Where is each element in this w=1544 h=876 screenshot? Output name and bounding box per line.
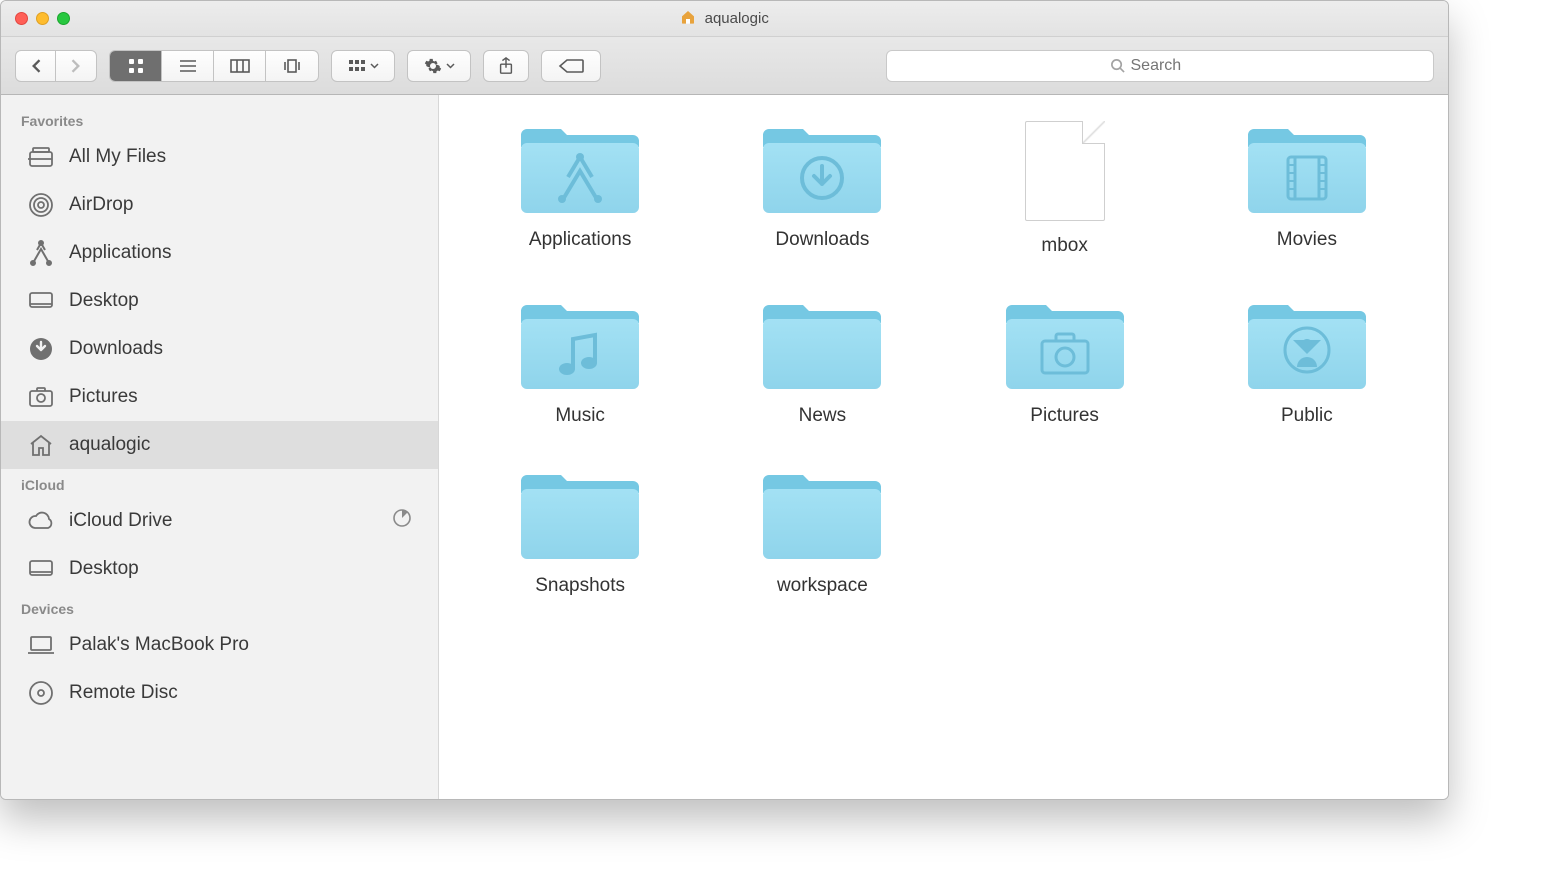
- arrange-button[interactable]: [331, 50, 395, 82]
- sidebar-item-label: All My Files: [69, 146, 166, 168]
- sidebar-section-title: Favorites: [1, 105, 438, 133]
- sidebar-item-icloud-drive[interactable]: iCloud Drive: [1, 497, 438, 545]
- sidebar-item-palak-s-macbook-pro[interactable]: Palak's MacBook Pro: [1, 621, 438, 669]
- list-view-button[interactable]: [162, 51, 214, 81]
- sidebar-item-label: aqualogic: [69, 434, 150, 456]
- zoom-button[interactable]: [57, 12, 70, 25]
- desktop-icon: [27, 555, 55, 583]
- file-icon: [1025, 121, 1105, 221]
- sidebar-item-label: Applications: [69, 242, 171, 264]
- search-field[interactable]: [886, 50, 1434, 82]
- sidebar-item-desktop[interactable]: Desktop: [1, 277, 438, 325]
- downloads-icon: [27, 335, 55, 363]
- item-label: Movies: [1277, 229, 1337, 251]
- sidebar-item-desktop[interactable]: Desktop: [1, 545, 438, 593]
- folder-icon: [763, 297, 881, 391]
- sidebar-item-airdrop[interactable]: AirDrop: [1, 181, 438, 229]
- titlebar: aqualogic: [1, 1, 1448, 37]
- item-downloads[interactable]: Downloads: [722, 121, 922, 257]
- finder-window: aqualogic FavoritesAll My F: [0, 0, 1449, 800]
- tags-button[interactable]: [541, 50, 601, 82]
- item-news[interactable]: News: [722, 297, 922, 427]
- chevron-down-icon: [370, 63, 379, 69]
- coverflow-view-button[interactable]: [266, 51, 318, 81]
- chevron-down-icon: [446, 63, 455, 69]
- sidebar-item-label: Downloads: [69, 338, 163, 360]
- cloud-icon: [27, 507, 55, 535]
- item-snapshots[interactable]: Snapshots: [480, 467, 680, 597]
- item-pictures[interactable]: Pictures: [965, 297, 1165, 427]
- item-label: workspace: [777, 575, 868, 597]
- search-input[interactable]: [1131, 57, 1211, 75]
- sidebar-item-all-my-files[interactable]: All My Files: [1, 133, 438, 181]
- laptop-icon: [27, 631, 55, 659]
- item-label: Downloads: [775, 229, 869, 251]
- sidebar-section-title: iCloud: [1, 469, 438, 497]
- icon-view-button[interactable]: [110, 51, 162, 81]
- content-area[interactable]: Applications Downloads mbox Movies Music News…: [439, 95, 1448, 799]
- item-applications[interactable]: Applications: [480, 121, 680, 257]
- desktop-icon: [27, 287, 55, 315]
- item-label: Pictures: [1030, 405, 1099, 427]
- window-controls: [1, 12, 70, 25]
- folder-icon: [763, 121, 881, 215]
- close-button[interactable]: [15, 12, 28, 25]
- sidebar-item-label: iCloud Drive: [69, 510, 172, 532]
- pictures-icon: [27, 383, 55, 411]
- item-label: mbox: [1041, 235, 1087, 257]
- sidebar-item-applications[interactable]: Applications: [1, 229, 438, 277]
- sidebar-item-label: Remote Disc: [69, 682, 178, 704]
- sidebar-item-label: Desktop: [69, 290, 139, 312]
- item-label: Public: [1281, 405, 1333, 427]
- item-public[interactable]: Public: [1207, 297, 1407, 427]
- folder-icon: [1248, 297, 1366, 391]
- sidebar-section-title: Devices: [1, 593, 438, 621]
- share-button[interactable]: [483, 50, 529, 82]
- folder-icon: [521, 297, 639, 391]
- sidebar-item-pictures[interactable]: Pictures: [1, 373, 438, 421]
- disc-icon: [27, 679, 55, 707]
- folder-icon: [521, 467, 639, 561]
- tag-icon: [558, 58, 584, 74]
- all-my-files-icon: [27, 143, 55, 171]
- gear-icon: [424, 57, 442, 75]
- minimize-button[interactable]: [36, 12, 49, 25]
- window-title: aqualogic: [1, 9, 1448, 28]
- item-label: Snapshots: [535, 575, 625, 597]
- item-label: News: [799, 405, 847, 427]
- home-icon: [680, 9, 696, 25]
- sidebar-item-label: Palak's MacBook Pro: [69, 634, 249, 656]
- share-icon: [498, 57, 514, 75]
- folder-icon: [521, 121, 639, 215]
- sidebar-item-remote-disc[interactable]: Remote Disc: [1, 669, 438, 717]
- sidebar-item-label: Desktop: [69, 558, 139, 580]
- item-movies[interactable]: Movies: [1207, 121, 1407, 257]
- nav-buttons: [15, 50, 97, 82]
- forward-button[interactable]: [56, 51, 96, 81]
- airdrop-icon: [27, 191, 55, 219]
- toolbar: [1, 37, 1448, 95]
- sidebar: Favorites All My Files AirDrop Applications…: [1, 95, 439, 799]
- item-label: Music: [555, 405, 605, 427]
- column-view-button[interactable]: [214, 51, 266, 81]
- item-label: Applications: [529, 229, 631, 251]
- progress-icon: [392, 508, 412, 534]
- home-icon: [27, 431, 55, 459]
- sidebar-item-downloads[interactable]: Downloads: [1, 325, 438, 373]
- search-icon: [1110, 58, 1125, 73]
- item-mbox[interactable]: mbox: [965, 121, 1165, 257]
- sidebar-item-label: Pictures: [69, 386, 138, 408]
- folder-icon: [1248, 121, 1366, 215]
- applications-icon: [27, 239, 55, 267]
- action-button[interactable]: [407, 50, 471, 82]
- item-workspace[interactable]: workspace: [722, 467, 922, 597]
- folder-icon: [763, 467, 881, 561]
- folder-icon: [1006, 297, 1124, 391]
- sidebar-item-label: AirDrop: [69, 194, 133, 216]
- sidebar-item-aqualogic[interactable]: aqualogic: [1, 421, 438, 469]
- view-switcher: [109, 50, 319, 82]
- item-music[interactable]: Music: [480, 297, 680, 427]
- back-button[interactable]: [16, 51, 56, 81]
